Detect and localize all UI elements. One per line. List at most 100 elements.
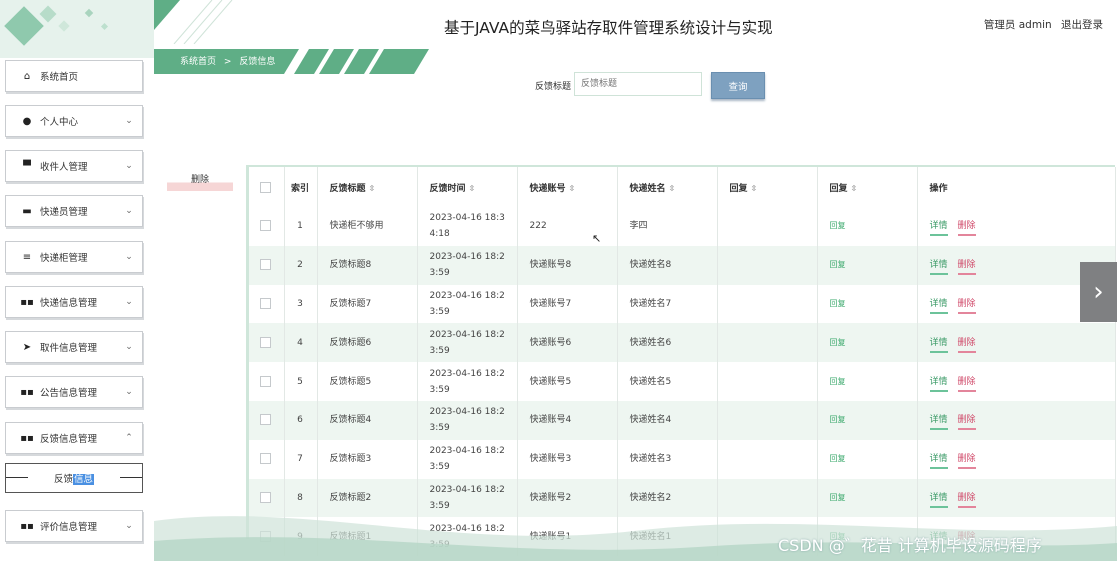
- table-row: 3 反馈标题7 2023-04-16 18:23:59 快递账号7 快递姓名7 回复 详情删…: [249, 284, 1116, 324]
- delete-link[interactable]: 删除: [957, 337, 976, 353]
- header-user-area: 管理员 admin 退出登录: [978, 17, 1103, 32]
- cell-reply-action: 回复: [817, 207, 918, 246]
- chevron-icon: ⌃: [125, 433, 133, 443]
- delete-link[interactable]: 删除: [957, 492, 976, 508]
- col-header-account[interactable]: 快递账号 ⇳: [517, 167, 618, 207]
- sidebar-item-9[interactable]: ▪▪ 评价信息管理 ⌄: [5, 510, 143, 542]
- col-header-reply[interactable]: 回复 ⇳: [717, 167, 818, 207]
- cell-account: 快递账号3: [517, 439, 618, 479]
- main-content: 基于JAVA的菜鸟驿站存取件管理系统设计与实现 管理员 admin 退出登录 系…: [154, 0, 1117, 561]
- chat-icon: ▬: [22, 205, 32, 217]
- delete-link[interactable]: 删除: [957, 260, 976, 276]
- row-checkbox[interactable]: [249, 478, 285, 518]
- col-header-reply-action[interactable]: 回复 ⇳: [817, 167, 918, 207]
- sidebar-subitem-label: 反馈信息: [53, 474, 95, 485]
- sidebar-item-label: 快递柜管理: [40, 253, 88, 264]
- detail-link[interactable]: 详情: [929, 376, 948, 392]
- grid-icon: ▪▪: [20, 296, 34, 308]
- chevron-icon: ⌄: [125, 206, 133, 216]
- cell-account: 快递账号2: [517, 478, 618, 518]
- delete-link[interactable]: 删除: [957, 298, 976, 314]
- search-button[interactable]: 查询: [711, 72, 765, 99]
- cell-name: 快递姓名4: [617, 400, 718, 440]
- sidebar-item-5[interactable]: ▪▪ 快递信息管理 ⌄: [5, 286, 143, 318]
- sidebar-item-label: 个人中心: [40, 117, 79, 128]
- table-row: 1 快递柜不够用 2023-04-16 18:34:18 222 李四 回复 详情 删除: [249, 207, 1116, 246]
- sidebar-item-6[interactable]: ➤ 取件信息管理 ⌄: [5, 331, 143, 363]
- cell-reply-action: 回复: [817, 400, 918, 440]
- chevron-icon: ⌄: [125, 387, 133, 397]
- col-header-name[interactable]: 快递姓名 ⇳: [617, 167, 718, 207]
- delete-link[interactable]: 删除: [957, 415, 976, 431]
- select-all-checkbox[interactable]: [249, 167, 285, 207]
- sidebar-item-3[interactable]: ▬ 快递员管理 ⌄: [5, 195, 143, 227]
- cell-account: 快递账号5: [517, 362, 618, 401]
- table-row: 2 反馈标题8 2023-04-16 18:23:59 快递账号8 快递姓名8 回复 详情删…: [249, 245, 1116, 285]
- sidebar-item-label: 快递信息管理: [40, 298, 98, 309]
- sidebar-item-label: 取件信息管理: [40, 343, 98, 354]
- table-row: 6 反馈标题4 2023-04-16 18:23:59 快递账号4 快递姓名4 回复 详情删…: [249, 400, 1116, 440]
- detail-link[interactable]: 详情: [929, 221, 948, 237]
- cell-name: 快递姓名6: [617, 323, 718, 363]
- home-icon: ⌂: [23, 70, 31, 82]
- sidebar-item-0[interactable]: ⌂ 系统首页: [5, 60, 143, 92]
- bulk-delete-button[interactable]: 删除: [167, 172, 233, 191]
- reply-link[interactable]: 回复: [830, 338, 846, 347]
- chevron-icon: ⌄: [125, 161, 133, 171]
- row-checkbox[interactable]: [249, 284, 285, 324]
- row-checkbox[interactable]: [249, 362, 285, 401]
- row-checkbox[interactable]: [249, 207, 285, 246]
- detail-link[interactable]: 详情: [929, 260, 948, 276]
- sort-icon: ⇳: [368, 183, 376, 193]
- cell-reply-action: 回复: [817, 284, 918, 324]
- row-checkbox[interactable]: [249, 323, 285, 363]
- col-header-title[interactable]: 反馈标题 ⇳: [317, 167, 418, 207]
- sidebar-item-7[interactable]: ▪▪ 公告信息管理 ⌄: [5, 376, 143, 408]
- cell-time: 2023-04-16 18:34:18: [417, 207, 518, 246]
- sidebar-item-1[interactable]: ● 个人中心 ⌄: [5, 105, 143, 137]
- row-checkbox[interactable]: [249, 245, 285, 285]
- reply-link[interactable]: 回复: [830, 299, 846, 308]
- sidebar-item-8[interactable]: ▪▪ 反馈信息管理 ⌃: [5, 422, 143, 454]
- next-page-arrow[interactable]: ›: [1080, 262, 1117, 322]
- cell-name: 快递姓名8: [617, 245, 718, 285]
- search-input[interactable]: [574, 72, 702, 96]
- detail-link[interactable]: 详情: [929, 337, 948, 353]
- table-row: 5 反馈标题5 2023-04-16 18:23:59 快递账号5 快递姓名5 回复 详情删…: [249, 362, 1116, 401]
- col-header-index: 索引: [284, 167, 318, 207]
- delete-link[interactable]: 删除: [957, 376, 976, 392]
- detail-link[interactable]: 详情: [929, 492, 948, 508]
- reply-link[interactable]: 回复: [830, 221, 846, 230]
- cell-title: 快递柜不够用: [317, 207, 418, 246]
- row-checkbox[interactable]: [249, 439, 285, 479]
- cell-index: 5: [284, 362, 318, 401]
- chevron-icon: ⌄: [125, 297, 133, 307]
- grid-icon: ▪▪: [20, 520, 34, 532]
- cell-index: 3: [284, 284, 318, 324]
- row-checkbox[interactable]: [249, 400, 285, 440]
- detail-link[interactable]: 详情: [929, 415, 948, 431]
- sidebar-subitem-feedback-info[interactable]: 反馈信息: [5, 463, 143, 493]
- sidebar-item-4[interactable]: ≡ 快递柜管理 ⌄: [5, 241, 143, 273]
- col-header-time[interactable]: 反馈时间 ⇳: [417, 167, 518, 207]
- reply-link[interactable]: 回复: [830, 454, 846, 463]
- delete-link[interactable]: 删除: [957, 221, 976, 237]
- reply-link[interactable]: 回复: [830, 493, 846, 502]
- feedback-table: 索引 反馈标题 ⇳ 反馈时间 ⇳ 快递账号 ⇳ 快递姓名 ⇳ 回复 ⇳ 回复 ⇳ 操作 1快…: [246, 165, 1116, 557]
- logout-link[interactable]: 退出登录: [1061, 19, 1103, 31]
- reply-link[interactable]: 回复: [830, 415, 846, 424]
- sidebar-item-label: 公告信息管理: [40, 388, 98, 399]
- cell-name: 快递姓名7: [617, 284, 718, 324]
- detail-link[interactable]: 详情: [929, 454, 948, 470]
- cell-index: 9: [284, 517, 318, 557]
- reply-link[interactable]: 回复: [830, 377, 846, 386]
- breadcrumb-home[interactable]: 系统首页: [180, 57, 216, 67]
- col-header-operation: 操作: [917, 167, 1116, 207]
- delete-link[interactable]: 删除: [957, 454, 976, 470]
- detail-link[interactable]: 详情: [929, 298, 948, 314]
- reply-link[interactable]: 回复: [830, 260, 846, 269]
- sidebar-item-2[interactable]: ▀ 收件人管理 ⌄: [5, 150, 143, 182]
- cell-account: 222: [517, 207, 618, 246]
- sidebar-item-label: 快递员管理: [40, 207, 88, 218]
- row-checkbox[interactable]: [249, 517, 285, 557]
